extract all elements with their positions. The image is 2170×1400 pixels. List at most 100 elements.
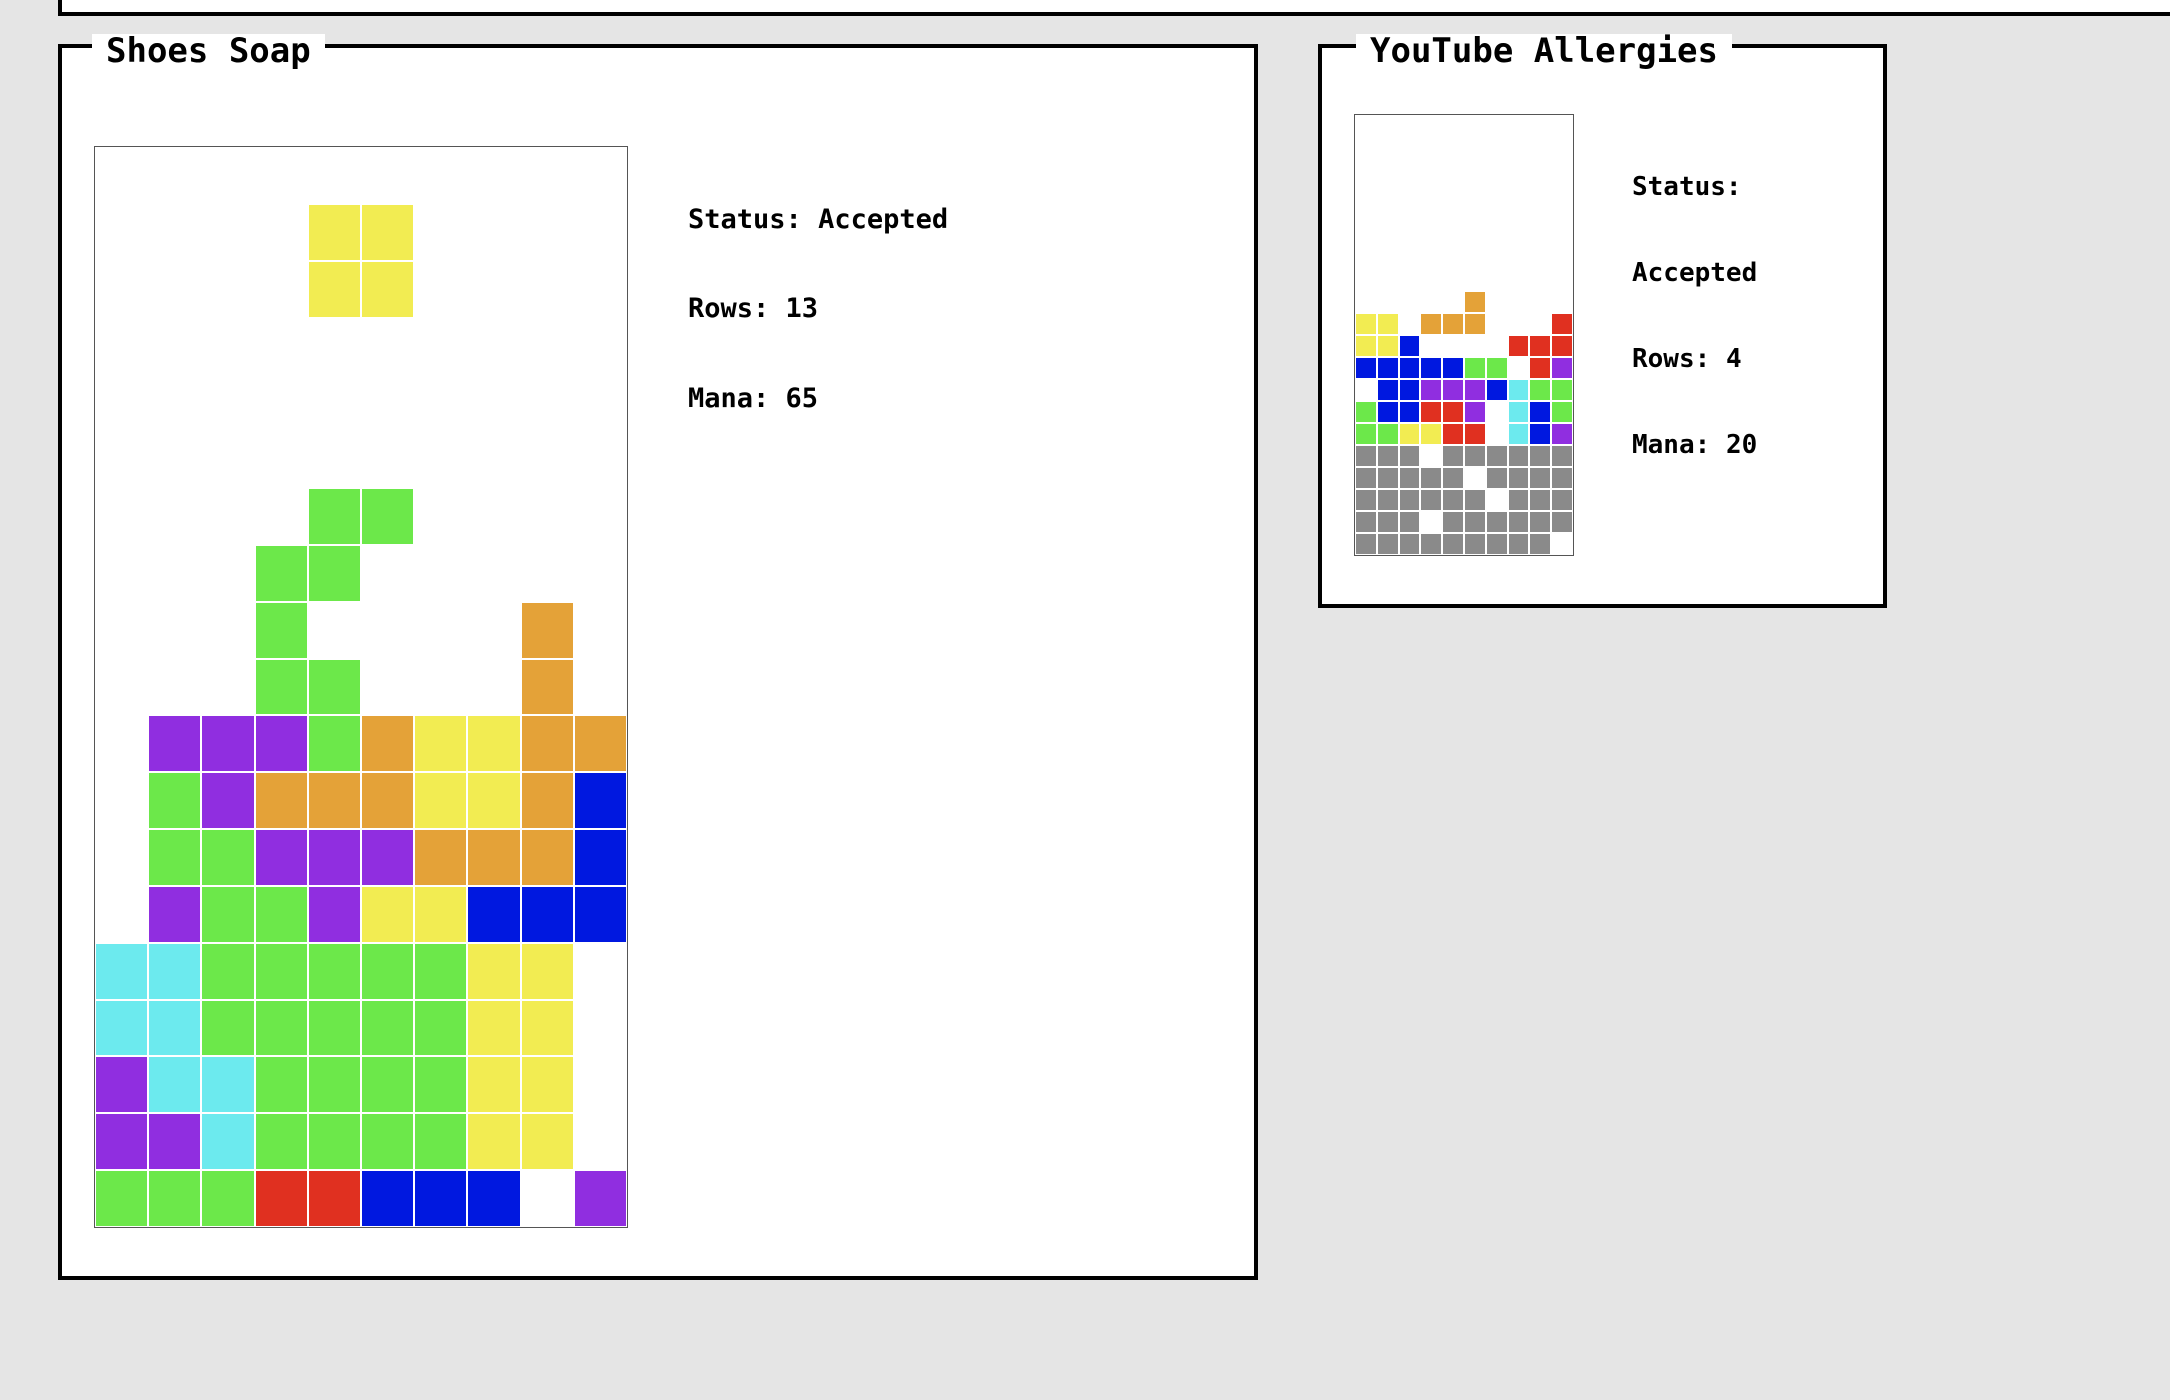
block-purple <box>254 829 308 886</box>
block-purple <box>1551 423 1573 445</box>
rows-value: 13 <box>785 293 819 325</box>
block-orange <box>520 772 574 830</box>
block-garbage <box>1420 489 1443 511</box>
block-green <box>1355 423 1377 445</box>
block-green <box>1485 357 1508 379</box>
block-blue <box>414 1170 468 1227</box>
block-yellow <box>467 772 521 830</box>
block-cyan <box>148 999 202 1057</box>
block-blue <box>1529 423 1552 445</box>
block-purple <box>307 829 361 886</box>
block-garbage <box>1420 533 1443 555</box>
block-cyan <box>95 942 149 1000</box>
block-garbage <box>1355 511 1377 533</box>
block-green <box>201 1170 255 1227</box>
mana-row: Mana: 20 <box>1632 429 1758 460</box>
block-garbage <box>1420 467 1443 489</box>
block-orange <box>361 715 415 773</box>
block-garbage <box>1442 511 1464 533</box>
block-yellow <box>361 885 415 943</box>
block-purple <box>361 829 415 886</box>
block-yellow <box>1355 335 1377 357</box>
block-garbage <box>1464 445 1486 467</box>
block-garbage <box>1529 511 1552 533</box>
player-panel-youtube-allergies: YouTube Allergies Status: Accepted Rows:… <box>1318 34 1887 608</box>
block-blue <box>467 1170 521 1227</box>
block-orange <box>254 772 308 830</box>
rows-label: Rows: <box>688 293 770 325</box>
block-orange <box>520 715 574 773</box>
block-purple <box>201 715 255 773</box>
block-garbage <box>1398 489 1421 511</box>
block-green <box>414 1056 468 1114</box>
block-red <box>1529 357 1552 379</box>
block-green <box>307 715 361 773</box>
block-cyan <box>148 942 202 1000</box>
block-yellow <box>414 885 468 943</box>
block-green <box>201 829 255 886</box>
block-cyan <box>1507 423 1530 445</box>
block-blue <box>1529 401 1552 423</box>
block-yellow <box>467 1056 521 1114</box>
block-yellow <box>520 1056 574 1114</box>
block-blue <box>1398 357 1421 379</box>
block-yellow <box>1398 423 1421 445</box>
mana-value: 20 <box>1725 429 1758 460</box>
block-yellow <box>307 260 361 318</box>
rows-label: Rows: <box>1632 343 1711 374</box>
block-garbage <box>1398 511 1421 533</box>
game-board <box>1354 114 1574 556</box>
block-yellow <box>467 942 521 1000</box>
block-purple <box>254 715 308 773</box>
block-purple <box>95 1113 149 1171</box>
block-garbage <box>1529 489 1552 511</box>
block-garbage <box>1551 445 1573 467</box>
block-green <box>1551 401 1573 423</box>
block-garbage <box>1485 445 1508 467</box>
block-garbage <box>1464 533 1486 555</box>
block-green <box>307 488 361 545</box>
block-garbage <box>1355 445 1377 467</box>
block-cyan <box>201 1113 255 1171</box>
block-blue <box>1398 335 1421 357</box>
block-blue <box>1355 357 1377 379</box>
block-yellow <box>520 1113 574 1171</box>
block-blue <box>1376 357 1399 379</box>
block-yellow <box>467 1113 521 1171</box>
block-yellow <box>1420 423 1443 445</box>
block-garbage <box>1376 511 1399 533</box>
block-orange <box>414 829 468 886</box>
block-garbage <box>1355 489 1377 511</box>
block-garbage <box>1464 511 1486 533</box>
block-blue <box>1398 401 1421 423</box>
mana-value: 65 <box>785 382 819 414</box>
top-header-frame <box>58 0 2170 16</box>
mana-label: Mana: <box>688 382 770 414</box>
block-yellow <box>467 999 521 1057</box>
block-red <box>1442 423 1464 445</box>
block-orange <box>361 772 415 830</box>
block-purple <box>201 772 255 830</box>
block-green <box>307 942 361 1000</box>
block-yellow <box>520 999 574 1057</box>
block-cyan <box>1507 379 1530 401</box>
rows-row: Rows: 4 <box>1632 343 1757 374</box>
block-green <box>254 601 308 659</box>
block-green <box>148 772 202 830</box>
block-green <box>1464 357 1486 379</box>
block-garbage <box>1376 467 1399 489</box>
block-orange <box>307 772 361 830</box>
block-blue <box>467 885 521 943</box>
block-green <box>361 1113 415 1171</box>
player-panel-shoes-soap: Shoes Soap Status: Accepted Rows: 13 Man… <box>58 34 1258 1280</box>
block-garbage <box>1529 445 1552 467</box>
block-red <box>1507 335 1530 357</box>
block-yellow <box>307 203 361 261</box>
mana-row: Mana: 65 <box>688 382 948 414</box>
block-blue <box>1485 379 1508 401</box>
block-green <box>1529 379 1552 401</box>
block-garbage <box>1551 511 1573 533</box>
block-garbage <box>1485 467 1508 489</box>
block-red <box>1442 401 1464 423</box>
block-garbage <box>1507 511 1530 533</box>
